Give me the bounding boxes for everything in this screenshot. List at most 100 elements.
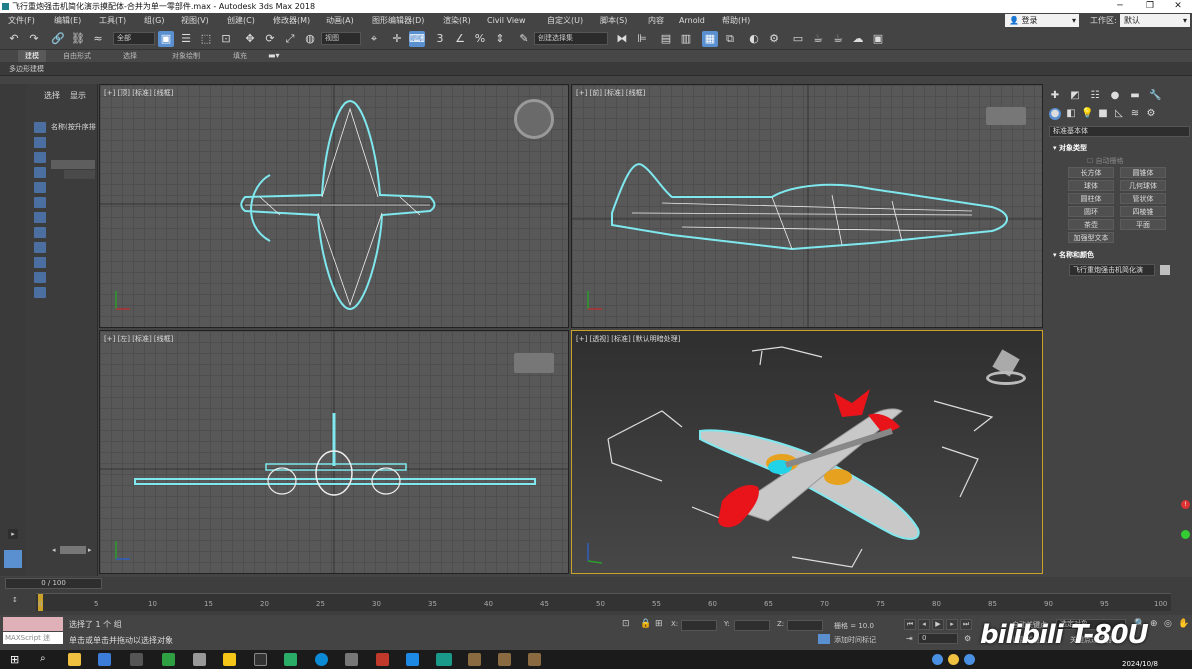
object-name-field[interactable]: 飞行重炮强击机简化演 [1069,264,1155,276]
cameras-icon[interactable]: ■ [1097,108,1109,120]
unlink-icon[interactable]: ⛓ [70,31,86,47]
select-by-name-icon[interactable]: ☰ [178,31,194,47]
y-coordinate-field[interactable] [734,620,770,631]
systems-icon[interactable]: ⚙ [1145,108,1157,120]
app-icon[interactable] [98,653,111,666]
filter-spacewarps-icon[interactable] [34,197,46,208]
object-type-title[interactable]: ▾ 对象类型 [1053,143,1087,153]
add-time-tag[interactable]: 添加时间标记 [834,635,876,645]
sphere-button[interactable]: 球体 [1068,180,1114,191]
menu-modifiers[interactable]: 修改器(M) [273,13,310,28]
filter-bones-icon[interactable] [34,242,46,253]
viewport-layout-icon[interactable] [4,550,22,568]
ribbon-subtitle[interactable]: 多边形建模 [9,64,44,74]
menu-graph-editors[interactable]: 图形编辑器(D) [372,13,424,28]
app-icon[interactable] [223,653,236,666]
viewport-front[interactable]: [+] [前] [标准] [线框] [571,84,1043,328]
warning-icon[interactable]: ! [1181,500,1190,509]
helpers-icon[interactable]: ◺ [1113,108,1125,120]
layer-explorer-icon[interactable]: ▤ [658,31,674,47]
schematic-view-icon[interactable]: ⧉ [722,31,738,47]
edge-icon[interactable] [315,653,328,666]
current-frame-field[interactable]: 0 [918,633,958,644]
filter-xrefs-icon[interactable] [34,227,46,238]
filter-shapes-icon[interactable] [34,137,46,148]
redo-icon[interactable]: ↷ [26,31,42,47]
object-category-dropdown[interactable]: 标准基本体 [1049,126,1190,137]
scale-icon[interactable]: ⤢ [282,31,298,47]
filter-hidden-icon[interactable] [34,287,46,298]
pyramid-button[interactable]: 四棱锥 [1120,206,1166,217]
ribbon-toggle-icon[interactable]: ▥ [678,31,694,47]
maxscript-listener[interactable] [3,617,63,631]
qq-icon[interactable] [254,653,267,666]
menu-file[interactable]: 文件(F) [8,13,35,28]
next-frame-icon[interactable]: ▸ [946,619,958,630]
tree-row[interactable] [64,170,95,179]
mirror-icon[interactable]: ⧓ [614,31,630,47]
reference-coordinate-dropdown[interactable]: 视图 [321,32,361,45]
motion-tab-icon[interactable]: ● [1109,90,1121,102]
filter-groups-icon[interactable] [34,212,46,223]
ribbon-tab-modeling[interactable]: 建模 [18,50,46,62]
horizontal-scrollbar[interactable] [60,546,86,554]
menu-civil-view[interactable]: Civil View [487,13,526,28]
app-icon[interactable] [376,653,389,666]
cylinder-button[interactable]: 圆柱体 [1068,193,1114,204]
scene-tab-display[interactable]: 显示 [70,90,86,101]
rect-selection-icon[interactable]: ⬚ [198,31,214,47]
cone-button[interactable]: 圆锥体 [1120,167,1166,178]
3dsmax-taskbar-icon[interactable] [436,653,452,666]
absolute-mode-icon[interactable]: ⊞ [655,619,663,629]
app-icon[interactable] [162,653,175,666]
viewport-top[interactable]: [+] [顶] [标准] [线框] [99,84,569,328]
a360-icon[interactable]: ▣ [870,31,886,47]
torus-button[interactable]: 圆环 [1068,206,1114,217]
hierarchy-tab-icon[interactable]: ☷ [1089,90,1101,102]
ribbon-tab-selection[interactable]: 选择 [116,50,144,62]
play-icon[interactable]: ▶ [932,619,944,630]
previous-frame-icon[interactable]: ◂ [918,619,930,630]
name-color-title[interactable]: ▾ 名称和颜色 [1053,250,1094,260]
select-object-icon[interactable]: ▣ [158,31,174,47]
search-icon[interactable]: ⌕ [40,653,46,664]
selection-filter-dropdown[interactable]: 全部 [113,32,155,45]
file-explorer-icon[interactable] [68,653,81,666]
plane-button[interactable]: 平面 [1120,219,1166,230]
close-button[interactable]: ✕ [1164,0,1192,13]
tree-row[interactable] [51,160,95,169]
select-manipulate-icon[interactable]: ✛ [389,31,405,47]
box-button[interactable]: 长方体 [1068,167,1114,178]
menu-edit[interactable]: 编辑(E) [54,13,81,28]
clock-date[interactable]: 2024/10/8 [1122,660,1158,668]
scroll-left-icon[interactable]: ◂ [52,546,56,554]
curve-editor-icon[interactable]: ▦ [702,31,718,47]
geometry-icon[interactable]: ● [1049,108,1061,120]
menu-content[interactable]: 内容 [648,13,664,28]
menu-arnold[interactable]: Arnold [679,13,705,28]
spinner-snap-icon[interactable]: ⇕ [492,31,508,47]
go-to-start-icon[interactable]: ⏮ [904,619,916,630]
menu-help[interactable]: 帮助(H) [722,13,750,28]
snap-3d-icon[interactable]: 3 [432,31,448,47]
window-crossing-icon[interactable]: ⊡ [218,31,234,47]
filter-frozen-icon[interactable] [34,272,46,283]
move-icon[interactable]: ✥ [242,31,258,47]
timeline-toggle-icon[interactable]: ↕ [12,596,18,604]
app-icon[interactable] [406,653,419,666]
geosphere-button[interactable]: 几何球体 [1120,180,1166,191]
undo-icon[interactable]: ↶ [6,31,22,47]
autogrid-checkbox[interactable]: ☐ 自动栅格 [1087,156,1124,166]
pivot-icon[interactable]: ⌖ [366,31,382,47]
render-iterative-icon[interactable]: ☕ [830,31,846,47]
scene-column-header[interactable]: 名称(按升序排 [51,122,96,132]
align-icon[interactable]: ⊫ [634,31,650,47]
wechat-icon[interactable] [284,653,297,666]
x-coordinate-field[interactable] [681,620,717,631]
restore-button[interactable]: ❐ [1136,0,1164,13]
lock-icon[interactable]: 🔒 [640,619,651,629]
ribbon-tab-freeform[interactable]: 自由形式 [58,50,96,62]
viewport-left[interactable]: [+] [左] [标准] [线框] [99,330,569,574]
edit-named-sets-icon[interactable]: ✎ [516,31,532,47]
menu-animation[interactable]: 动画(A) [326,13,354,28]
